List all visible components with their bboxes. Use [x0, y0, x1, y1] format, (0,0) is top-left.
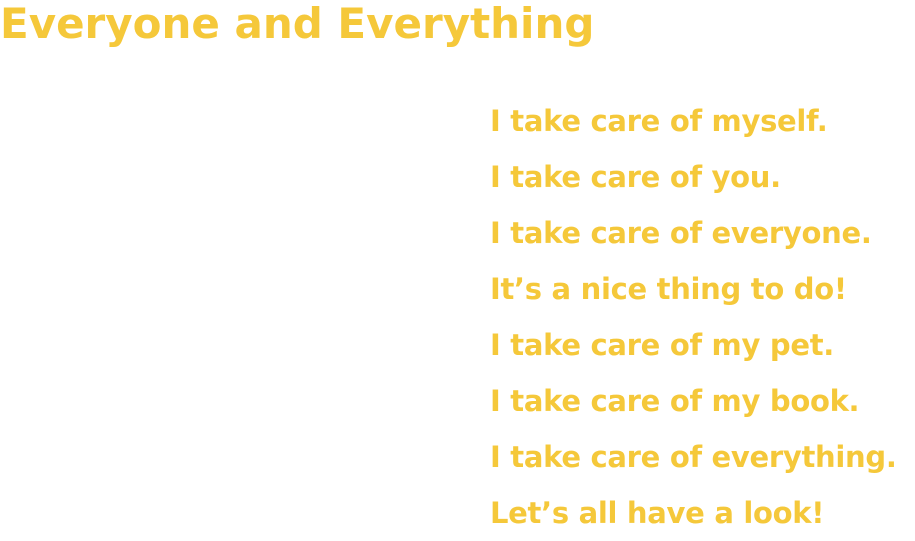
poem-line: I take care of my book. [490, 384, 860, 418]
poem-line: I take care of everything. [490, 440, 897, 474]
poem-line: It’s a nice thing to do! [490, 272, 847, 306]
page-title: Everyone and Everything [0, 0, 595, 48]
poem-line: Let’s all have a look! [490, 496, 825, 530]
poem-line: I take care of you. [490, 160, 781, 194]
poem-line: I take care of myself. [490, 104, 828, 138]
poem-line: I take care of my pet. [490, 328, 834, 362]
poem-text: I take care of myself. I take care of yo… [490, 93, 897, 541]
poem-line: I take care of everyone. [490, 216, 872, 250]
